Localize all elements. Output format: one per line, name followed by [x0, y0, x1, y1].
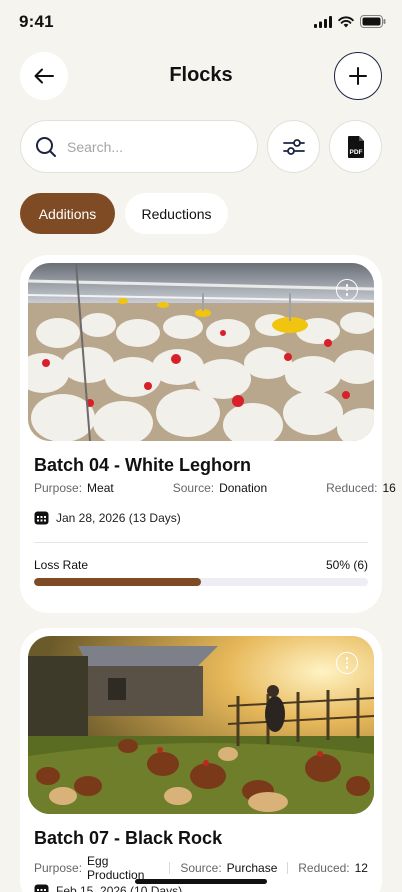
- reduced-value: 12: [354, 861, 368, 875]
- purpose-label: Purpose:: [34, 861, 83, 875]
- search-row: PDF: [20, 120, 382, 173]
- flock-photo: [28, 263, 374, 441]
- purpose-value: Egg Production: [87, 854, 145, 882]
- source-label: Source:: [180, 861, 222, 875]
- sliders-icon: [282, 138, 305, 155]
- source-value: Purchase: [226, 861, 278, 875]
- tab-reductions[interactable]: Reductions: [125, 193, 228, 234]
- loss-rate-label: Loss Rate: [34, 558, 89, 572]
- flock-photo: [28, 636, 374, 814]
- tab-additions[interactable]: Additions: [20, 193, 115, 234]
- source-label: Source:: [172, 481, 215, 495]
- home-indicator: [135, 879, 267, 884]
- tab-bar: Additions Reductions: [20, 193, 228, 234]
- battery-icon: [360, 15, 386, 28]
- purpose-label: Purpose:: [34, 481, 83, 495]
- source-value: Donation: [219, 481, 268, 495]
- search-icon: [36, 136, 56, 157]
- calendar-icon: [34, 884, 49, 892]
- flock-title: Batch 04 - White Leghorn: [34, 455, 252, 475]
- status-bar: 9:41: [0, 0, 402, 44]
- pdf-file-label: PDF: [349, 149, 362, 156]
- status-time: 9:41: [19, 12, 54, 31]
- wifi-icon: [338, 15, 354, 27]
- more-options-icon[interactable]: [336, 279, 358, 301]
- more-options-icon[interactable]: [336, 652, 358, 674]
- divider: [287, 862, 289, 874]
- poultry-house-image: [28, 263, 374, 441]
- reduced-label: Reduced:: [326, 481, 378, 495]
- flock-card[interactable]: Batch 07 - Black Rock Purpose: Egg Produc…: [20, 628, 382, 892]
- flock-date-text: Feb 15, 2026 (10 Days): [56, 883, 183, 892]
- purpose-value: Meat: [87, 481, 114, 495]
- filter-button[interactable]: [267, 120, 320, 173]
- divider: [169, 862, 171, 874]
- reduced-label: Reduced:: [298, 861, 350, 875]
- flock-date-text: Jan 28, 2026 (13 Days): [56, 510, 181, 525]
- flock-card[interactable]: Batch 04 - White Leghorn Purpose: Meat So…: [20, 255, 396, 613]
- search-box[interactable]: [20, 120, 258, 173]
- plus-icon: [349, 67, 367, 85]
- farmyard-image: [28, 636, 374, 814]
- flock-meta: Purpose: Egg Production Source: Purchase R…: [34, 854, 368, 882]
- export-pdf-button[interactable]: PDF: [329, 120, 382, 173]
- flock-title: Batch 07 - Black Rock: [34, 828, 223, 848]
- loss-rate-value: 50% (6): [325, 558, 368, 572]
- add-flock-button[interactable]: [334, 52, 382, 100]
- flock-date: Jan 28, 2026 (13 Days): [34, 510, 181, 525]
- search-input[interactable]: [67, 138, 237, 155]
- flock-date: Feb 15, 2026 (10 Days): [34, 883, 182, 892]
- signal-icon: [314, 15, 332, 28]
- calendar-icon: [34, 511, 49, 525]
- reduced-value: 16: [382, 481, 396, 495]
- pdf-file-icon: PDF: [347, 135, 364, 158]
- loss-rate-fill: [34, 578, 201, 586]
- app-header: Flocks: [0, 52, 402, 100]
- card-divider: [34, 542, 368, 543]
- status-icons: [314, 15, 386, 28]
- flock-meta: Purpose: Meat Source: Donation Reduced: 16: [34, 481, 396, 495]
- loss-rate-bar: [34, 578, 368, 586]
